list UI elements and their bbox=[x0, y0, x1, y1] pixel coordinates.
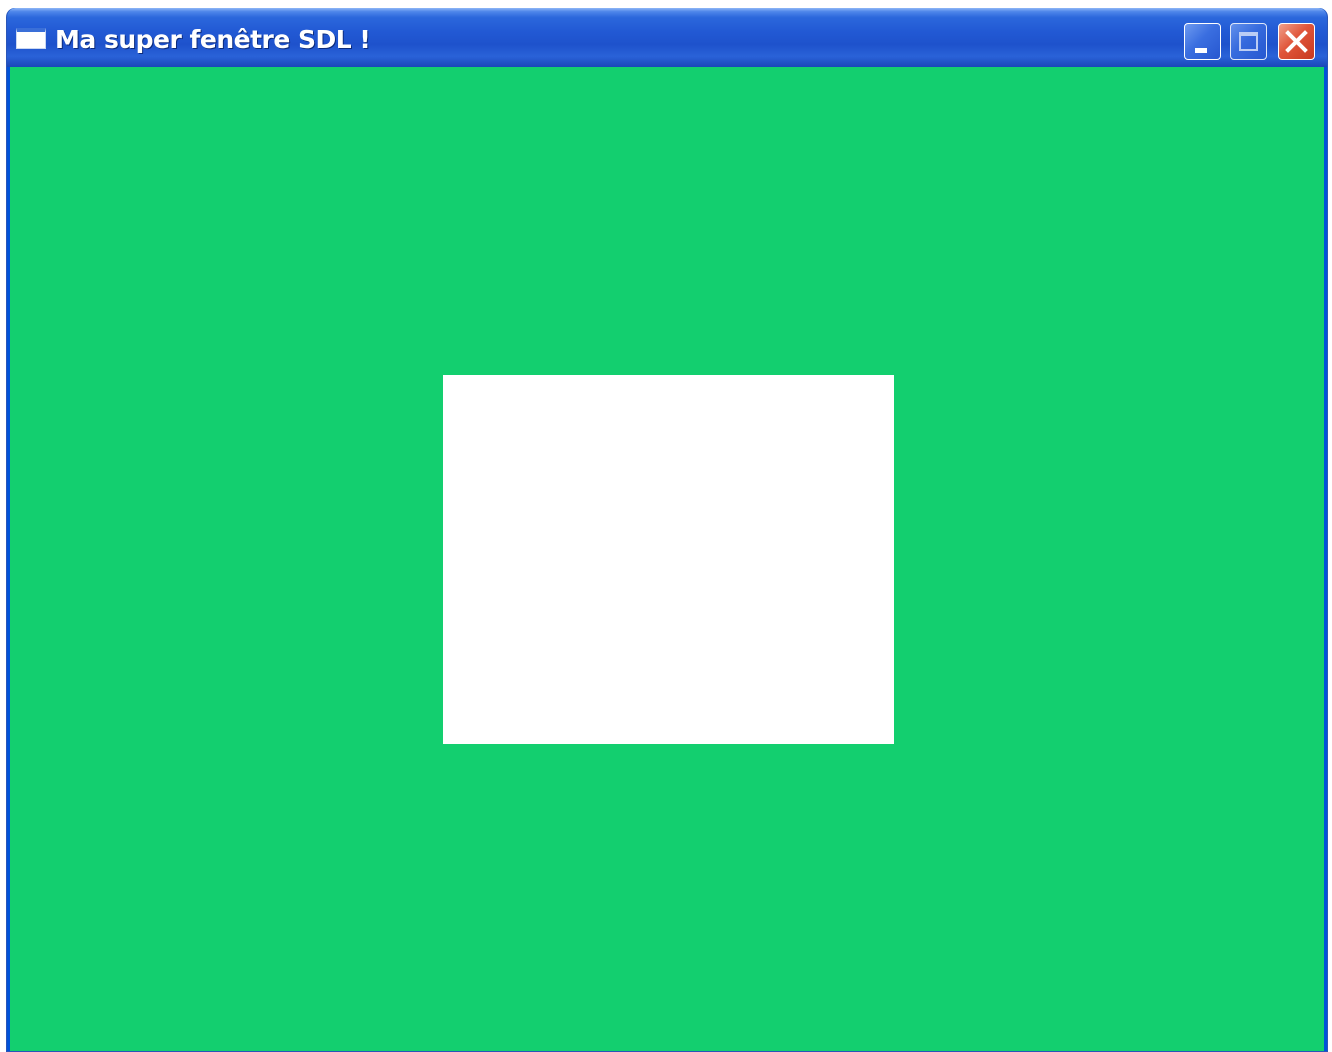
sdl-canvas[interactable] bbox=[10, 67, 1324, 1051]
close-icon bbox=[1285, 30, 1308, 53]
window-title: Ma super fenêtre SDL ! bbox=[55, 25, 371, 54]
maximize-button[interactable] bbox=[1230, 23, 1267, 60]
white-rectangle bbox=[443, 375, 894, 744]
title-bar[interactable]: Ma super fenêtre SDL ! bbox=[7, 8, 1327, 67]
sdl-window: Ma super fenêtre SDL ! bbox=[6, 8, 1328, 1052]
minimize-button[interactable] bbox=[1184, 23, 1221, 60]
minimize-icon bbox=[1195, 48, 1207, 53]
window-icon[interactable] bbox=[16, 28, 46, 49]
maximize-icon bbox=[1239, 32, 1258, 51]
close-button[interactable] bbox=[1278, 23, 1315, 60]
